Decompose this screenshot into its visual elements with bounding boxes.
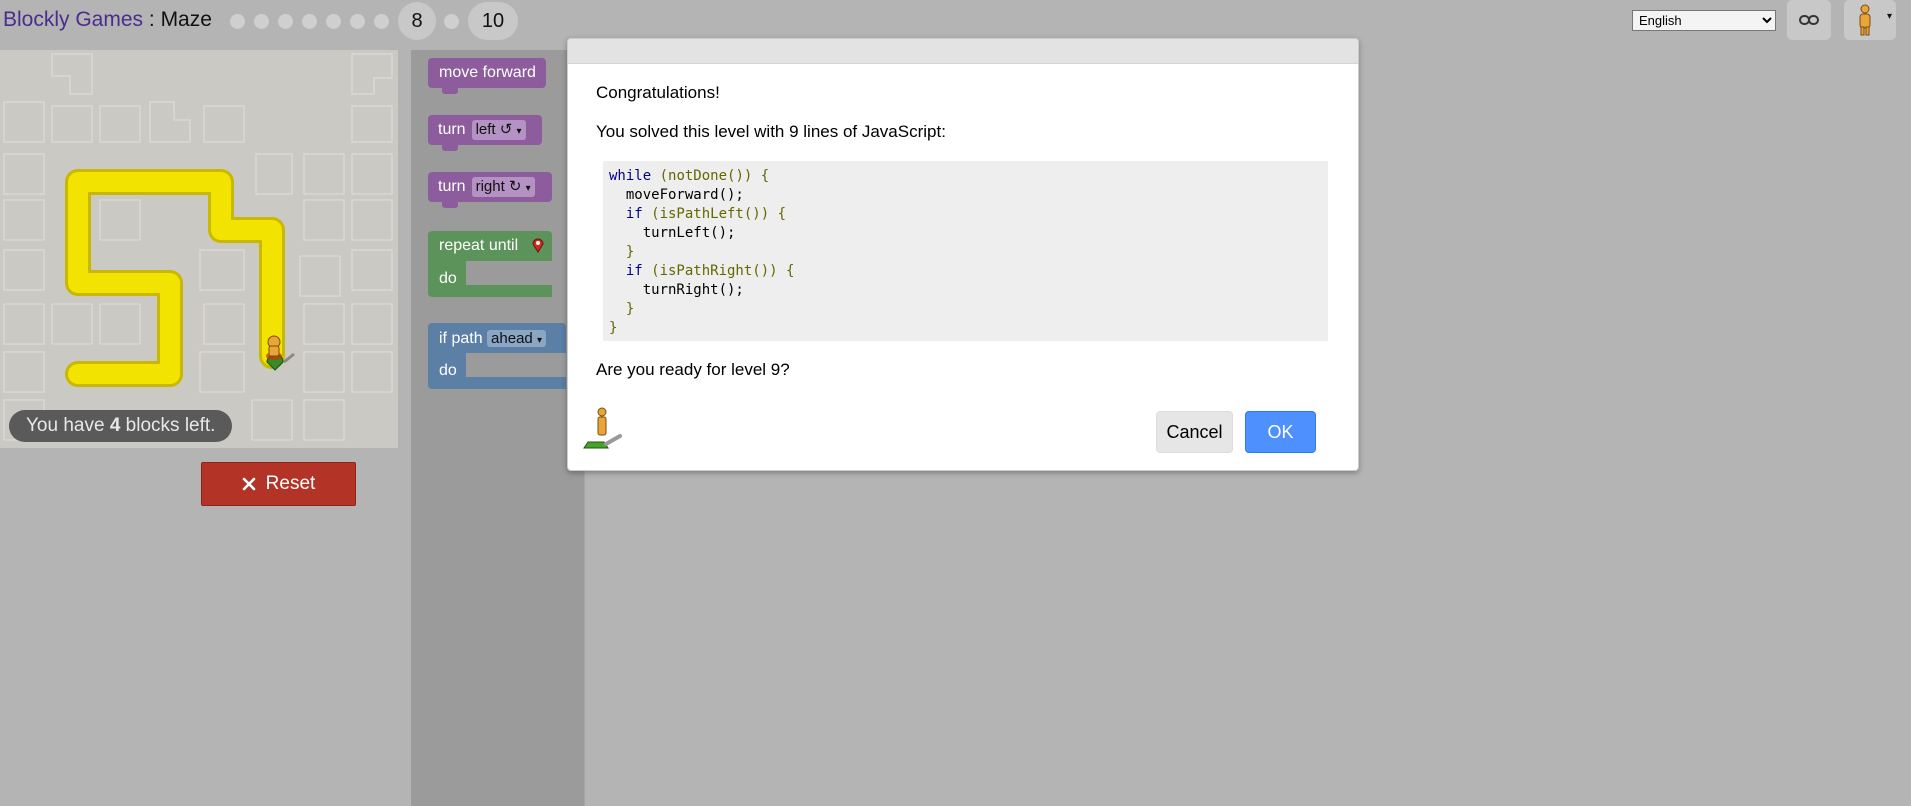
turn-right-option: right ↻: [475, 178, 522, 195]
pegman-selector-button[interactable]: ▾: [1844, 0, 1896, 40]
code-line: }: [609, 244, 635, 260]
block-move-forward[interactable]: move forward: [428, 58, 546, 94]
block-move-forward-label: move forward: [439, 64, 536, 81]
dialog-solved-text: You solved this level with 9 lines of Ja…: [596, 122, 946, 141]
blocks-left-count: 4: [109, 415, 121, 436]
block-if-do-label: do: [439, 362, 457, 379]
level-selector: 8 10: [226, 2, 518, 40]
block-repeat-do-label: do: [439, 270, 457, 287]
reset-button[interactable]: Reset: [201, 462, 356, 506]
chevron-down-icon: ▾: [525, 183, 531, 194]
level-current-8[interactable]: 8: [398, 2, 436, 40]
level-dot-2[interactable]: [254, 13, 269, 29]
toolbox-flyout: [411, 50, 584, 806]
block-connector: [442, 144, 458, 151]
code-line: moveForward();: [609, 187, 744, 203]
maze-canvas: [0, 50, 398, 448]
block-turn-left[interactable]: turn left ↺ ▾: [428, 115, 542, 151]
turn-left-option: left ↺: [475, 121, 513, 138]
pegman-icon: [1859, 4, 1871, 36]
finish-marker-icon: [532, 238, 544, 253]
path-direction-option: ahead: [491, 330, 533, 347]
maze-svg: [3, 53, 393, 441]
code-line: turnLeft();: [609, 225, 736, 241]
block-connector: [442, 87, 458, 94]
level-complete-dialog: Congratulations! You solved this level w…: [567, 38, 1359, 471]
block-repeat-until[interactable]: repeat until do: [428, 231, 552, 297]
chevron-down-icon: ▾: [536, 335, 542, 346]
ok-button[interactable]: OK: [1245, 411, 1316, 453]
code-line: turnRight();: [609, 282, 744, 298]
block-connector: [442, 201, 458, 208]
chevron-down-icon: ▾: [1886, 11, 1892, 22]
code-keyword: while: [609, 168, 652, 184]
level-10[interactable]: 10: [468, 2, 518, 40]
level-dot-9[interactable]: [444, 13, 459, 29]
code-line: (notDone()) {: [651, 168, 770, 184]
chevron-down-icon: ▾: [516, 126, 522, 137]
code-keyword: if: [609, 263, 643, 279]
code-block: while (notDone()) { moveForward(); if (i…: [603, 161, 1328, 341]
link-icon: [1799, 15, 1819, 25]
level-dot-5[interactable]: [326, 13, 341, 29]
turn-direction-dropdown-right[interactable]: right ↻ ▾: [471, 177, 535, 197]
level-dot-4[interactable]: [302, 13, 317, 29]
code-line: (isPathRight()) {: [642, 263, 795, 279]
block-repeat-label: repeat until: [439, 237, 519, 254]
dialog-congrats: Congratulations!: [596, 83, 720, 102]
block-if-path[interactable]: if path ahead ▾ do: [428, 323, 566, 389]
block-if-path-text: if path: [439, 330, 483, 347]
app-name-link[interactable]: Blockly Games: [3, 8, 143, 31]
page-title: Blockly Games : Maze: [3, 8, 212, 32]
block-repeat-footer: [466, 285, 552, 297]
maze-wall-tiles: [3, 53, 393, 441]
level-dot-1[interactable]: [230, 13, 245, 29]
level-dot-3[interactable]: [278, 13, 293, 29]
block-turn-label: turn: [438, 178, 466, 195]
dialog-title-bar[interactable]: [568, 39, 1358, 64]
reset-label: Reset: [265, 473, 316, 494]
blocks-left-badge: You have 4 blocks left.: [9, 410, 233, 442]
level-dot-6[interactable]: [350, 13, 365, 29]
blocks-left-suffix: blocks left.: [120, 415, 216, 436]
language-select[interactable]: English: [1632, 10, 1776, 31]
code-keyword: if: [609, 206, 643, 222]
level-dot-7[interactable]: [374, 13, 389, 29]
block-turn-right[interactable]: turn right ↻ ▾: [428, 172, 552, 208]
block-turn-label: turn: [438, 121, 466, 138]
code-line: }: [609, 301, 635, 317]
pegman-icon: [583, 407, 622, 449]
maze-path: [65, 169, 285, 387]
title-separator: :: [143, 8, 161, 31]
block-if-label: if path ahead ▾: [439, 329, 546, 351]
link-button[interactable]: [1787, 0, 1831, 40]
game-name: Maze: [160, 8, 212, 31]
cancel-button[interactable]: Cancel: [1156, 411, 1233, 453]
blocks-left-prefix: You have: [26, 415, 110, 436]
dialog-ready-text: Are you ready for level 9?: [596, 360, 790, 379]
turn-direction-dropdown-left[interactable]: left ↺ ▾: [471, 120, 526, 140]
code-line: }: [609, 320, 618, 336]
code-line: (isPathLeft()) {: [642, 206, 787, 222]
block-if-footer: [466, 377, 566, 389]
close-icon: [242, 477, 255, 491]
path-direction-dropdown[interactable]: ahead ▾: [487, 330, 546, 347]
